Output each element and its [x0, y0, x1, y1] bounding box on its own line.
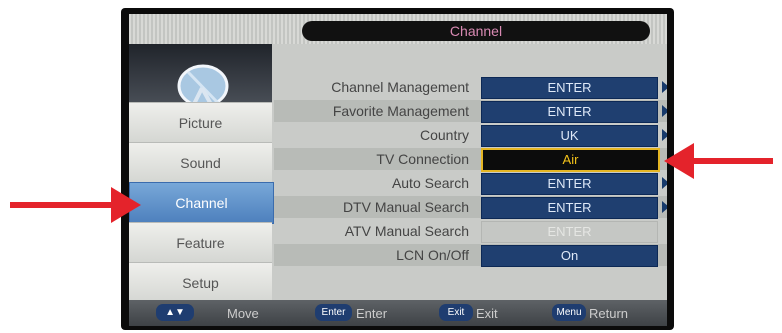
menu-title: Channel [302, 21, 650, 41]
setting-row-atv-manual-search: ATV Manual Search ENTER [274, 220, 667, 243]
exit-key-icon: Exit [439, 304, 473, 321]
setting-label: TV Connection [376, 151, 469, 167]
tv-connection-select[interactable]: Air [481, 148, 660, 172]
right-arrow-icon [662, 129, 667, 141]
setting-row-lcn[interactable]: LCN On/Off On [274, 244, 667, 267]
right-annotation-arrow [693, 158, 773, 164]
right-annotation-arrow-head [664, 143, 694, 179]
setting-label: Auto Search [391, 175, 469, 191]
menu-key-icon: Menu [552, 304, 586, 321]
sidebar-item-feature[interactable]: Feature [129, 222, 272, 263]
setting-label: Channel Management [331, 79, 469, 95]
setting-row-country[interactable]: Country UK [274, 124, 667, 147]
sidebar-item-channel[interactable]: Channel [129, 182, 274, 224]
move-help-label: Move [227, 306, 259, 321]
left-annotation-arrow [10, 202, 115, 208]
disabled-enter-button: ENTER [481, 221, 658, 243]
setting-row-favorite-management[interactable]: Favorite Management ENTER [274, 100, 667, 123]
sidebar-item-sound[interactable]: Sound [129, 142, 272, 183]
help-bar: ▲▼ Move Enter Enter Exit Exit Menu Retur… [129, 300, 667, 326]
enter-button[interactable]: ENTER [481, 101, 658, 123]
left-annotation-arrow-head [111, 187, 141, 223]
channel-settings-list: ▲ Channel Management ENTER Favorite Mana… [274, 44, 667, 300]
right-arrow-icon [662, 201, 667, 213]
setting-row-channel-management[interactable]: Channel Management ENTER [274, 76, 667, 99]
enter-button[interactable]: ENTER [481, 197, 658, 219]
enter-key-icon: Enter [315, 304, 352, 321]
menu-header: Channel [129, 14, 667, 44]
setting-label: Country [419, 127, 469, 143]
enter-button[interactable]: ENTER [481, 77, 658, 99]
channel-menu-screen: Channel Picture Sound Channel Feature Se… [129, 14, 667, 326]
sidebar-item-setup[interactable]: Setup [129, 262, 272, 303]
setting-row-dtv-manual-search[interactable]: DTV Manual Search ENTER [274, 196, 667, 219]
lcn-toggle[interactable]: On [481, 245, 658, 267]
right-arrow-icon [662, 81, 667, 93]
sidebar-item-picture[interactable]: Picture [129, 102, 272, 143]
enter-button[interactable]: ENTER [481, 173, 658, 195]
right-arrow-icon [662, 105, 667, 117]
setting-label: Favorite Management [332, 103, 469, 119]
country-select[interactable]: UK [481, 125, 658, 147]
setting-label: LCN On/Off [396, 247, 469, 263]
enter-help-label: Enter [356, 306, 388, 321]
setting-label: ATV Manual Search [344, 223, 469, 239]
setting-label: DTV Manual Search [342, 199, 469, 215]
return-help-label: Return [589, 306, 629, 321]
setting-row-auto-search[interactable]: Auto Search ENTER [274, 172, 667, 195]
move-key-icon: ▲▼ [156, 304, 194, 321]
exit-help-label: Exit [476, 306, 498, 321]
setting-row-tv-connection[interactable]: TV Connection Air [274, 148, 667, 172]
